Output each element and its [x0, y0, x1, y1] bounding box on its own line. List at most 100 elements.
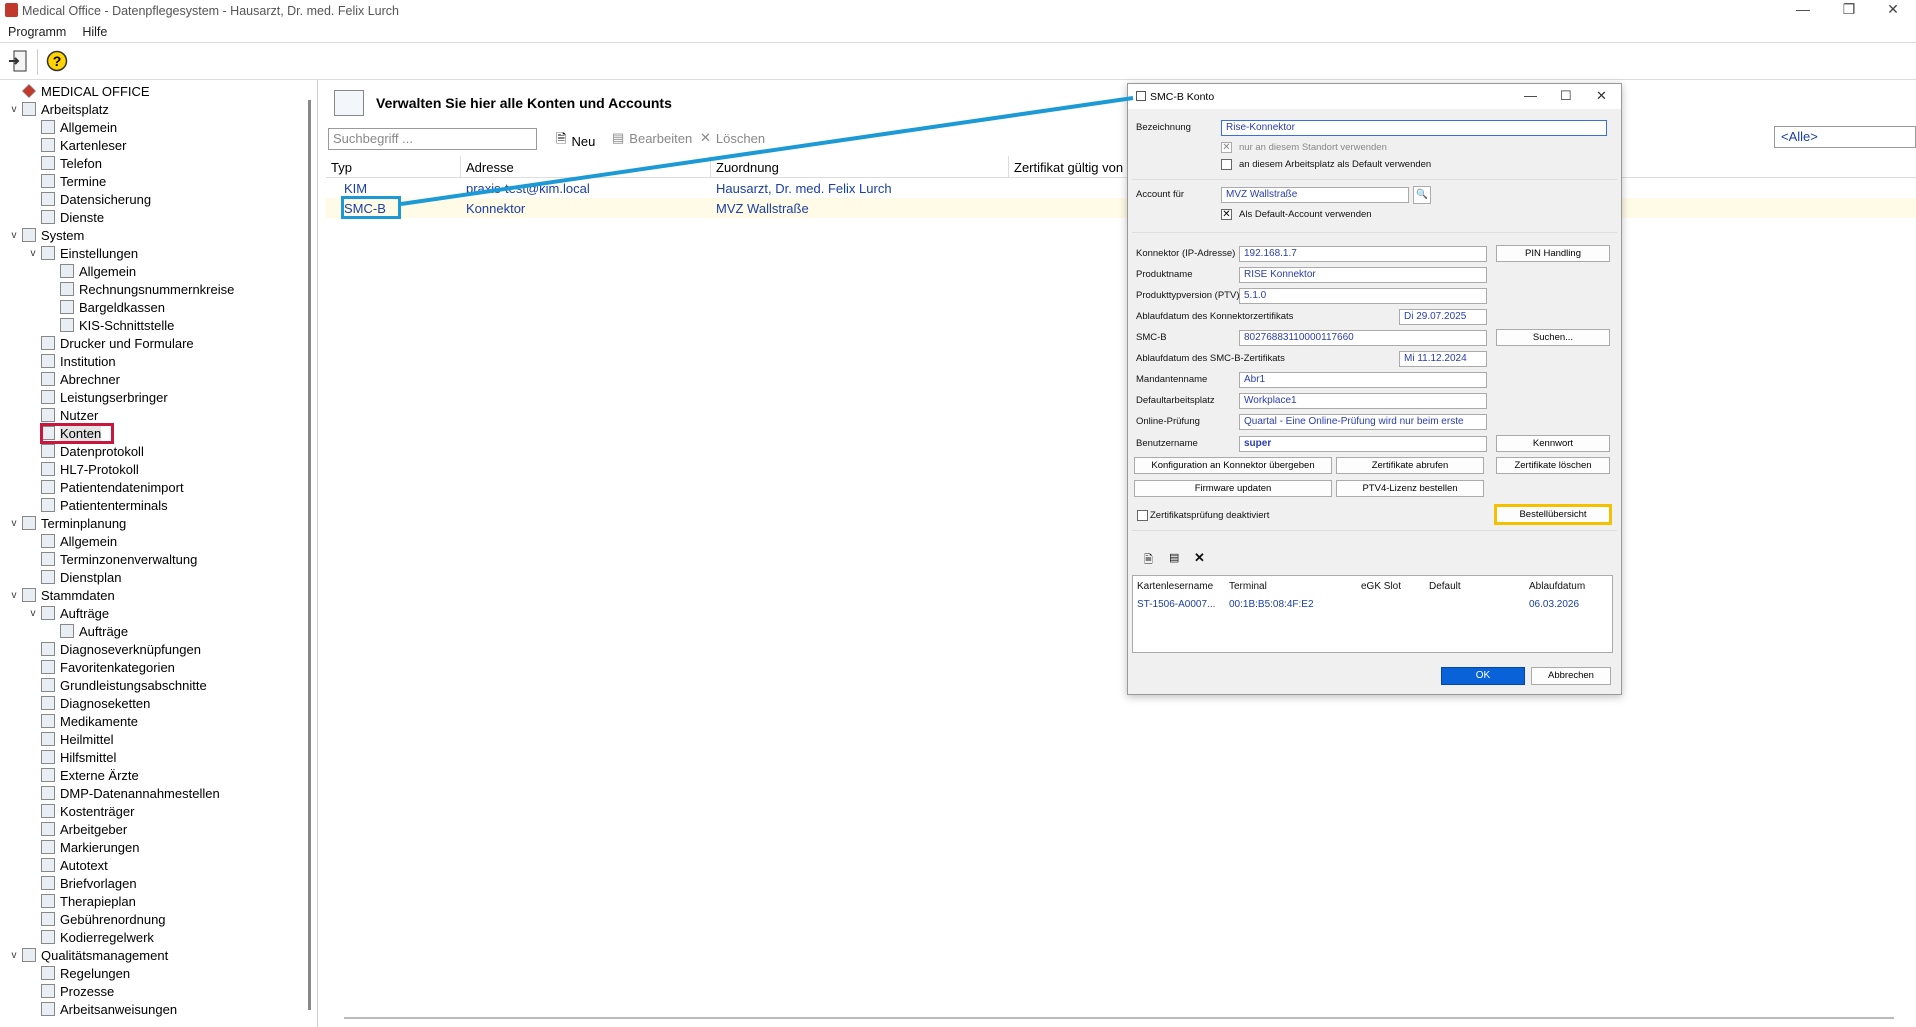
tree-item[interactable]: Kartenleser [27, 136, 126, 154]
exit-button[interactable] [6, 49, 30, 73]
tree-item[interactable]: v Stammdaten [8, 586, 115, 604]
tree-item[interactable]: DMP-Datenannahmestellen [27, 784, 220, 802]
field-value[interactable]: Quartal - Eine Online-Prüfung wird nur b… [1239, 414, 1487, 430]
field-value[interactable]: Di 29.07.2025 [1399, 309, 1487, 325]
grid-cell-ablaufdatum[interactable]: 06.03.2026 [1529, 599, 1579, 610]
new-button[interactable]: 🗎 Neu [556, 130, 595, 152]
field-value[interactable]: Workplace1 [1239, 393, 1487, 409]
tree-item[interactable]: v Terminplanung [8, 514, 127, 532]
grid-add-icon[interactable]: 🗎 [1144, 551, 1153, 570]
tree-item[interactable]: Dienste [27, 208, 104, 226]
grid-cell-terminal[interactable]: 00:1B:B5:08:4F:E2 [1229, 599, 1314, 610]
table-row[interactable]: SMC-B Konnektor MVZ Wallstraße [326, 198, 1916, 218]
field-value[interactable]: RISE Konnektor [1239, 267, 1487, 283]
tree-item[interactable]: Leistungserbringer [27, 388, 168, 406]
tree-item[interactable]: Terminzonenverwaltung [27, 550, 197, 568]
tree-item[interactable]: Autotext [27, 856, 108, 874]
tree-item[interactable]: Gebührenordnung [27, 910, 166, 928]
tree-item[interactable]: v Einstellungen [27, 244, 139, 262]
pin-handling-button[interactable]: PIN Handling [1496, 245, 1610, 262]
tree-item[interactable]: Kostenträger [27, 802, 134, 820]
col-zuordnung[interactable]: Zuordnung [711, 156, 1009, 177]
tree-item[interactable]: Telefon [27, 154, 102, 172]
menu-programm[interactable]: Programm [0, 25, 74, 39]
tree-item[interactable]: v Arbeitsplatz [8, 100, 109, 118]
field-value[interactable]: Abr1 [1239, 372, 1487, 388]
table-row[interactable]: KIM praxis-test@kim.local Hausarzt, Dr. … [326, 178, 1916, 198]
tree-item[interactable]: Hilfsmittel [27, 748, 116, 766]
tree-item[interactable]: Briefvorlagen [27, 874, 137, 892]
bezeichnung-field[interactable]: Rise-Konnektor [1221, 120, 1607, 136]
tree-item[interactable]: Patiententerminals [27, 496, 168, 514]
kennwort-button[interactable]: Kennwort [1496, 435, 1610, 452]
dialog-close-icon[interactable]: ✕ [1596, 88, 1607, 104]
tree-item[interactable]: Medikamente [27, 712, 138, 730]
tree-item[interactable]: Aufträge [46, 622, 128, 640]
dialog-maximize-icon[interactable]: ☐ [1560, 88, 1572, 104]
tree-item[interactable]: Markierungen [27, 838, 140, 856]
suchen-button[interactable]: Suchen... [1496, 329, 1610, 346]
delete-button[interactable]: ✕ Löschen [700, 130, 765, 146]
abbrechen-button[interactable]: Abbrechen [1531, 667, 1611, 685]
tree-item[interactable]: Allgemein [46, 262, 136, 280]
tree-scrollbar[interactable] [308, 100, 311, 1010]
tree-toggle-icon[interactable]: v [8, 230, 20, 241]
grid-cell-kartenleser[interactable]: ST-1506-A0007... [1137, 599, 1215, 610]
tree-toggle-icon[interactable]: v [27, 248, 39, 259]
tree-item[interactable]: Patientendatenimport [27, 478, 184, 496]
tree-item[interactable]: v Qualitätsmanagement [8, 946, 169, 964]
tree-item[interactable]: Kodierregelwerk [27, 928, 154, 946]
col-typ[interactable]: Typ [326, 156, 461, 177]
tree-toggle-icon[interactable]: v [27, 608, 39, 619]
zert-pruefung-checkbox[interactable] [1137, 510, 1148, 521]
standort-checkbox[interactable]: ✕ [1221, 142, 1232, 153]
tree-item[interactable]: KIS-Schnittstelle [46, 316, 174, 334]
tree-item[interactable]: Termine [27, 172, 106, 190]
tree-item[interactable]: Regelungen [27, 964, 130, 982]
tree-item[interactable]: v Aufträge [27, 604, 110, 622]
tree-item[interactable]: Arbeitsanweisungen [27, 1000, 177, 1018]
tree-item[interactable]: Allgemein [27, 118, 117, 136]
horizontal-scrollbar[interactable] [344, 1017, 1894, 1019]
zertifikate-abrufen-button[interactable]: Zertifikate abrufen [1336, 457, 1484, 474]
field-value[interactable]: 5.1.0 [1239, 288, 1487, 304]
grid-col-terminal[interactable]: Terminal [1229, 581, 1267, 592]
zertifikate-loeschen-button[interactable]: Zertifikate löschen [1496, 457, 1610, 474]
field-value[interactable]: 80276883110000117660 [1239, 330, 1487, 346]
minimize-icon[interactable]: — [1780, 0, 1826, 21]
grid-col-kartenleser[interactable]: Kartenlesername [1137, 581, 1213, 592]
tree-item[interactable]: Therapieplan [27, 892, 136, 910]
account-field[interactable]: MVZ Wallstraße [1221, 187, 1409, 203]
tree-item[interactable]: MEDICAL OFFICE [8, 82, 150, 100]
field-value[interactable]: super [1239, 436, 1487, 452]
tree-item[interactable]: Bargeldkassen [46, 298, 165, 316]
tree-toggle-icon[interactable]: v [8, 518, 20, 529]
filter-select[interactable]: <Alle> [1774, 126, 1916, 148]
col-adresse[interactable]: Adresse [461, 156, 711, 177]
field-value[interactable]: Mi 11.12.2024 [1399, 351, 1487, 367]
grid-col-default[interactable]: Default [1429, 581, 1461, 592]
dialog-minimize-icon[interactable]: — [1524, 88, 1537, 103]
tree-item[interactable]: Abrechner [27, 370, 120, 388]
tree-item[interactable]: Externe Ärzte [27, 766, 139, 784]
tree-item[interactable]: Datensicherung [27, 190, 151, 208]
tree-item[interactable]: Diagnoseverknüpfungen [27, 640, 201, 658]
tree-item[interactable]: v System [8, 226, 85, 244]
ok-button[interactable]: OK [1441, 667, 1525, 685]
tree-item[interactable]: HL7-Protokoll [27, 460, 139, 478]
account-search-button[interactable]: 🔍 [1413, 186, 1431, 204]
grid-edit-icon[interactable]: ▤ [1169, 551, 1179, 564]
default-account-checkbox[interactable]: ✕ [1221, 209, 1232, 220]
tree-item[interactable]: Nutzer [27, 406, 98, 424]
search-input[interactable]: Suchbegriff ... [328, 128, 537, 150]
grid-col-ablaufdatum[interactable]: Ablaufdatum [1529, 581, 1585, 592]
firmware-button[interactable]: Firmware updaten [1134, 480, 1332, 497]
help-button[interactable]: ? [45, 49, 69, 73]
restore-icon[interactable]: ❐ [1826, 0, 1872, 21]
tree-item[interactable]: Diagnoseketten [27, 694, 150, 712]
default-ap-checkbox[interactable] [1221, 159, 1232, 170]
ptv4-button[interactable]: PTV4-Lizenz bestellen [1336, 480, 1484, 497]
tree-item[interactable]: Datenprotokoll [27, 442, 144, 460]
field-value[interactable]: 192.168.1.7 [1239, 246, 1487, 262]
tree-toggle-icon[interactable]: v [8, 104, 20, 115]
